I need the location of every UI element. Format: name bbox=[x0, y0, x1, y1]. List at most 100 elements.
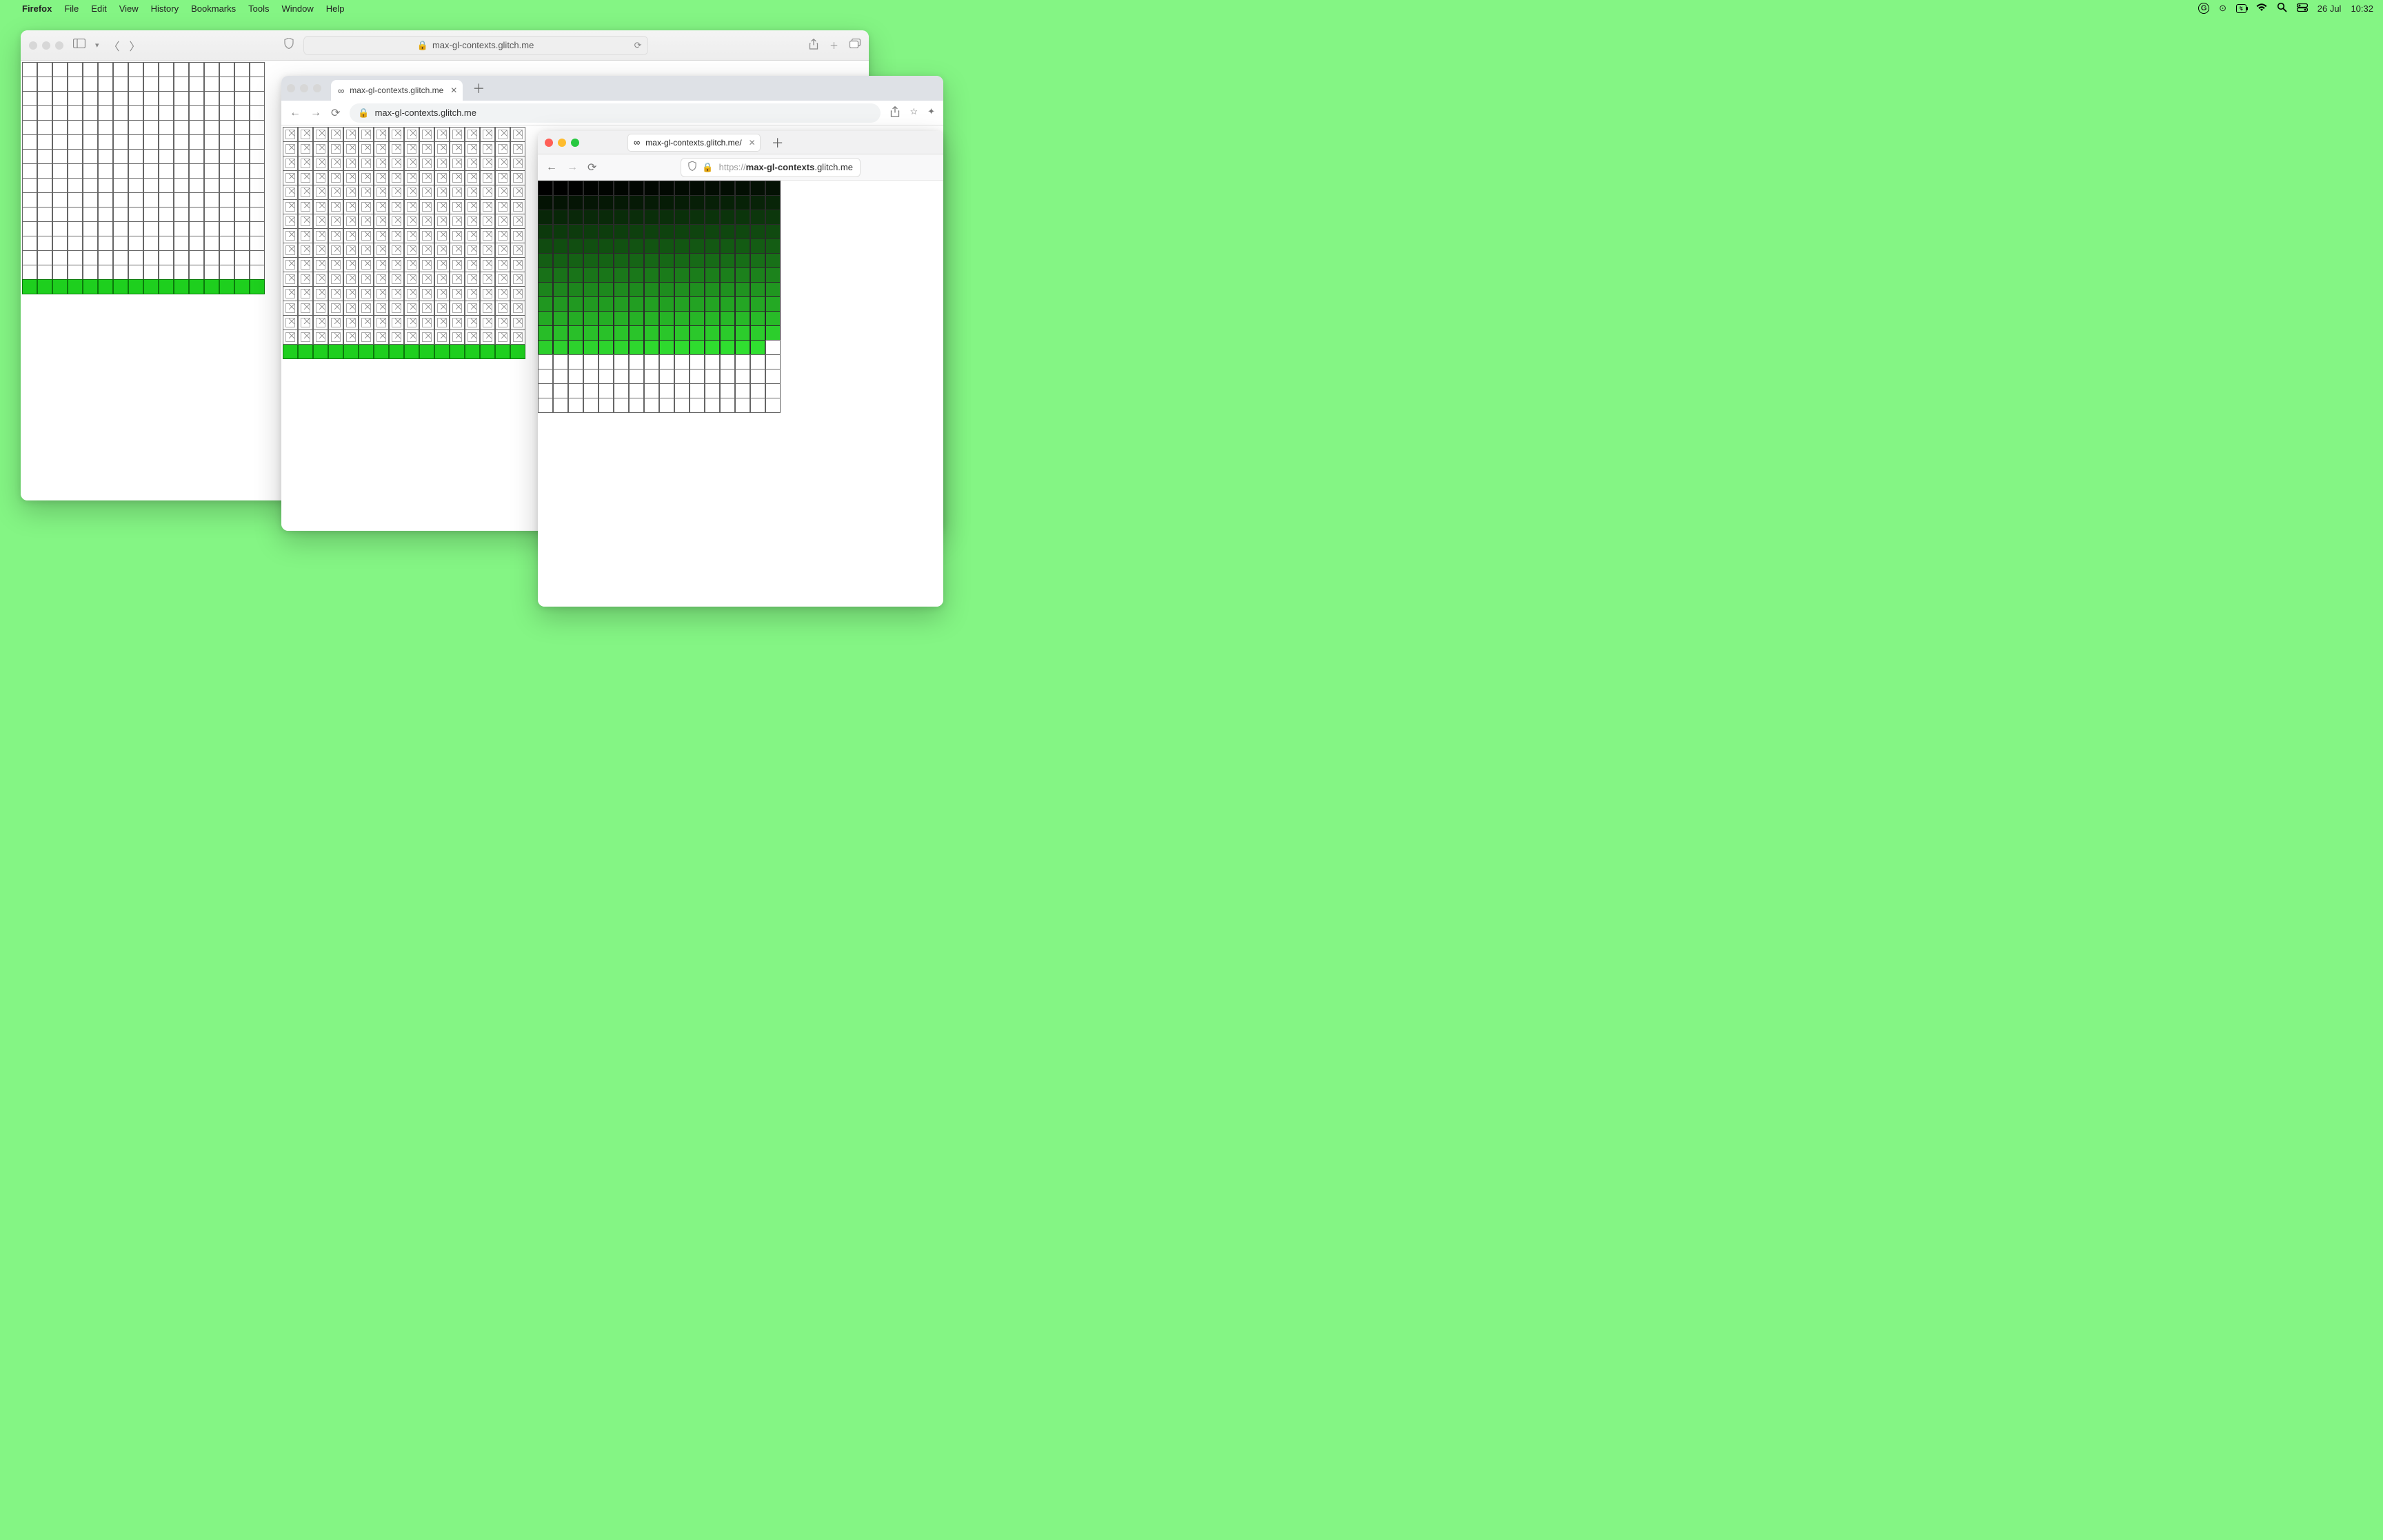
menu-file[interactable]: File bbox=[64, 3, 79, 14]
now-playing-icon[interactable]: ⊙ bbox=[2219, 3, 2226, 14]
menu-bookmarks[interactable]: Bookmarks bbox=[191, 3, 236, 14]
lost-context-cell bbox=[450, 257, 465, 272]
battery-icon[interactable]: ↯ bbox=[2236, 4, 2246, 13]
menu-tools[interactable]: Tools bbox=[248, 3, 269, 14]
webgl-canvas-cell bbox=[568, 340, 583, 355]
webgl-canvas-cell bbox=[83, 178, 98, 193]
menu-window[interactable]: Window bbox=[282, 3, 314, 14]
lost-context-cell bbox=[404, 301, 419, 316]
menu-edit[interactable]: Edit bbox=[91, 3, 106, 14]
lost-context-cell bbox=[419, 141, 434, 156]
menu-view[interactable]: View bbox=[119, 3, 139, 14]
reload-icon[interactable]: ⟳ bbox=[587, 161, 596, 174]
wifi-icon[interactable] bbox=[2256, 3, 2267, 14]
webgl-canvas-cell bbox=[720, 224, 735, 239]
webgl-canvas-cell bbox=[189, 120, 204, 135]
shield-icon[interactable] bbox=[688, 161, 696, 173]
webgl-canvas-cell bbox=[644, 340, 659, 355]
reload-icon[interactable]: ⟳ bbox=[634, 40, 642, 51]
close-tab-icon[interactable]: ✕ bbox=[749, 138, 756, 148]
share-icon[interactable] bbox=[809, 39, 818, 52]
lost-context-cell bbox=[510, 315, 525, 330]
lost-context-cell bbox=[419, 214, 434, 229]
webgl-canvas-cell bbox=[690, 325, 705, 341]
webgl-canvas-cell bbox=[553, 181, 568, 196]
back-icon[interactable]: ← bbox=[546, 161, 557, 174]
forward-icon[interactable]: → bbox=[567, 161, 578, 174]
webgl-canvas-cell bbox=[720, 325, 735, 341]
lost-context-cell bbox=[404, 228, 419, 243]
lost-context-cell bbox=[374, 127, 389, 142]
spotlight-icon[interactable] bbox=[2277, 2, 2287, 14]
webgl-canvas-cell bbox=[37, 178, 52, 193]
new-tab-icon[interactable]: ＋ bbox=[829, 39, 838, 52]
webgl-canvas-cell bbox=[174, 105, 189, 121]
lost-context-cell bbox=[510, 156, 525, 171]
firefox-traffic-lights[interactable] bbox=[545, 139, 579, 147]
empty-canvas-cell bbox=[659, 398, 674, 413]
lost-context-cell bbox=[389, 199, 404, 214]
firefox-tab[interactable]: ∞ max-gl-contexts.glitch.me/ ✕ bbox=[627, 134, 761, 152]
chrome-address-bar[interactable]: 🔒 max-gl-contexts.glitch.me bbox=[350, 103, 881, 123]
safari-traffic-lights[interactable] bbox=[29, 41, 63, 50]
webgl-canvas-cell bbox=[159, 192, 174, 207]
empty-canvas-cell bbox=[735, 354, 750, 369]
forward-icon[interactable]: → bbox=[310, 107, 321, 119]
sidebar-icon[interactable] bbox=[73, 39, 86, 52]
share-icon[interactable] bbox=[890, 106, 900, 119]
firefox-new-tab-button[interactable]: ＋ bbox=[767, 134, 788, 152]
firefox-address-bar[interactable]: 🔒 https://max-gl-contexts.glitch.me bbox=[681, 158, 861, 177]
webgl-canvas-cell bbox=[68, 149, 83, 164]
empty-canvas-cell bbox=[599, 383, 614, 398]
safari-address-bar[interactable]: 🔒 max-gl-contexts.glitch.me ⟳ bbox=[303, 36, 648, 55]
webgl-canvas-cell bbox=[250, 236, 265, 251]
webgl-canvas-cell bbox=[614, 296, 629, 312]
shield-icon[interactable] bbox=[284, 38, 294, 52]
lost-context-cell bbox=[495, 185, 510, 200]
tab-overview-icon[interactable] bbox=[849, 39, 861, 52]
menu-history[interactable]: History bbox=[151, 3, 179, 14]
lost-context-cell bbox=[419, 243, 434, 258]
chrome-tab[interactable]: ∞ max-gl-contexts.glitch.me ✕ bbox=[331, 80, 463, 101]
menu-help[interactable]: Help bbox=[326, 3, 345, 14]
chevron-down-icon[interactable]: ▾ bbox=[95, 41, 99, 50]
reload-icon[interactable]: ⟳ bbox=[331, 106, 340, 120]
menubar-time[interactable]: 10:32 bbox=[2351, 3, 2373, 14]
webgl-canvas-cell bbox=[234, 236, 250, 251]
lost-context-cell bbox=[480, 272, 495, 287]
webgl-canvas-cell bbox=[128, 236, 143, 251]
back-icon[interactable]: ← bbox=[290, 107, 301, 119]
webgl-canvas-cell bbox=[614, 311, 629, 326]
control-center-icon[interactable] bbox=[2297, 3, 2308, 14]
active-app-name[interactable]: Firefox bbox=[22, 3, 52, 14]
lost-context-cell bbox=[283, 301, 298, 316]
lost-context-cell bbox=[313, 228, 328, 243]
chrome-new-tab-button[interactable]: ＋ bbox=[468, 79, 489, 97]
lost-context-cell bbox=[434, 199, 450, 214]
lost-context-cell bbox=[404, 315, 419, 330]
lost-context-cell bbox=[298, 214, 313, 229]
forward-icon[interactable]: 〉 bbox=[130, 37, 141, 54]
webgl-canvas-cell bbox=[750, 311, 765, 326]
bookmark-star-icon[interactable]: ☆ bbox=[909, 106, 918, 119]
extensions-icon[interactable]: ✦ bbox=[927, 106, 935, 119]
webgl-canvas-cell bbox=[174, 207, 189, 222]
menubar-date[interactable]: 26 Jul bbox=[2317, 3, 2342, 14]
chrome-traffic-lights[interactable] bbox=[287, 84, 321, 92]
webgl-canvas-cell bbox=[189, 192, 204, 207]
webgl-canvas-cell bbox=[159, 178, 174, 193]
lost-context-cell bbox=[419, 127, 434, 142]
back-icon[interactable]: 〈 bbox=[109, 37, 120, 54]
status-g-icon[interactable]: G bbox=[2198, 3, 2209, 14]
webgl-canvas-cell bbox=[83, 163, 98, 179]
empty-canvas-cell bbox=[599, 354, 614, 369]
webgl-canvas-cell bbox=[644, 296, 659, 312]
webgl-canvas-cell bbox=[143, 105, 159, 121]
webgl-canvas-cell bbox=[22, 250, 37, 265]
empty-canvas-cell bbox=[538, 398, 553, 413]
lost-context-cell bbox=[404, 330, 419, 345]
close-tab-icon[interactable]: ✕ bbox=[450, 85, 457, 95]
lost-context-cell bbox=[359, 330, 374, 345]
webgl-canvas-cell bbox=[37, 250, 52, 265]
webgl-canvas-cell bbox=[174, 77, 189, 92]
